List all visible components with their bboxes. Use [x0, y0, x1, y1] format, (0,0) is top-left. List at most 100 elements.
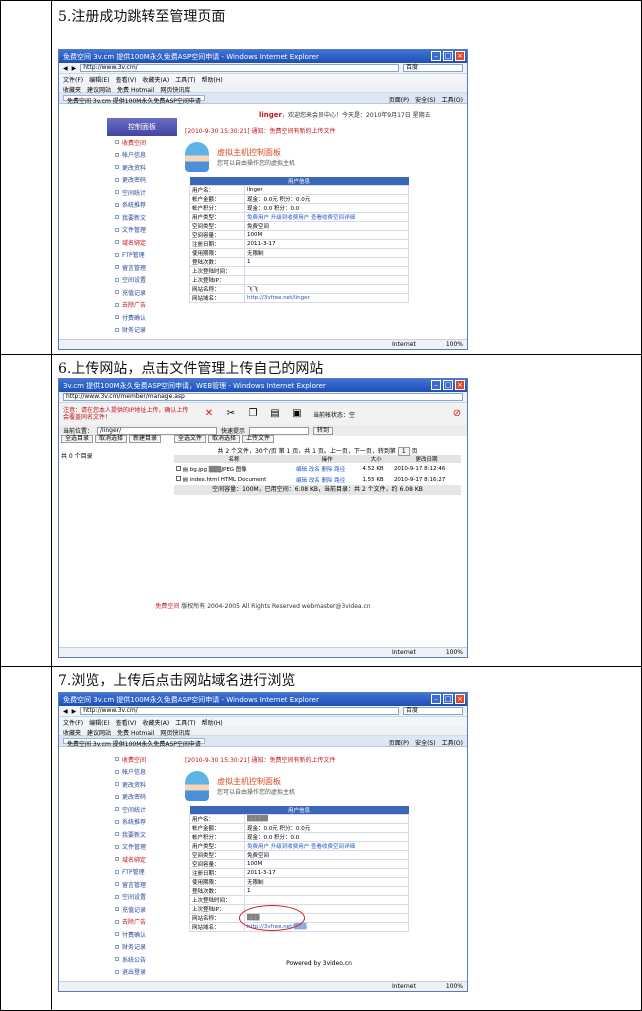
sidebar-item[interactable]: 文件管理 — [107, 841, 177, 854]
note-icon[interactable]: ▣ — [291, 408, 303, 420]
command-item[interactable]: 页面(P) — [389, 97, 409, 104]
sidebar-item[interactable]: 空间统计 — [107, 186, 177, 199]
paste-icon[interactable]: ▤ — [269, 408, 281, 420]
sidebar-item[interactable]: 充值记录 — [107, 903, 177, 916]
favorite-item[interactable]: 建议网站 — [87, 85, 111, 94]
maximize-button[interactable]: □ — [443, 51, 453, 61]
sidebar-item[interactable]: 财务记录 — [107, 324, 177, 337]
favorite-item[interactable]: 收藏夹 — [63, 728, 81, 737]
menu-item[interactable]: 编辑(E) — [89, 75, 109, 84]
file-name[interactable]: index.html HTML Document — [190, 477, 267, 483]
file-name[interactable]: bg.jpg ▒▒▒JPEG 图像 — [190, 467, 247, 473]
sidebar-item[interactable]: 系统推荐 — [107, 199, 177, 212]
menu-item[interactable]: 文件(F) — [63, 75, 83, 84]
copy-icon[interactable]: ❐ — [247, 408, 259, 420]
sidebar-item[interactable]: 留言管理 — [107, 878, 177, 891]
dir-button[interactable]: 全选目录 — [61, 435, 94, 443]
sidebar-item[interactable]: 文件管理 — [107, 224, 177, 237]
sidebar-item[interactable]: 帐户信息 — [107, 766, 177, 779]
sidebar-item[interactable]: 空间设置 — [107, 891, 177, 904]
sidebar-item[interactable]: 退出登录 — [107, 966, 177, 979]
sidebar-item[interactable]: 空间设置 — [107, 274, 177, 287]
sidebar-item[interactable]: FTP管理 — [107, 249, 177, 262]
sidebar-item[interactable]: 更改密码 — [107, 174, 177, 187]
jump-button[interactable]: 转到 — [313, 426, 334, 435]
delete-icon[interactable]: ✕ — [203, 408, 215, 420]
menu-item[interactable]: 编辑(E) — [89, 718, 109, 727]
file-button[interactable]: 取消选择 — [208, 435, 241, 443]
command-item[interactable]: 工具(O) — [442, 740, 463, 747]
command-item[interactable]: 工具(O) — [442, 97, 463, 104]
menu-item[interactable]: 工具(T) — [175, 75, 195, 84]
page-select[interactable]: 1 — [397, 447, 410, 456]
close-button[interactable]: × — [455, 694, 465, 704]
row-value[interactable]: 免费用户 升级到收费用户 查看收费空间详细 — [244, 212, 409, 222]
menu-item[interactable]: 查看(V) — [116, 718, 137, 727]
sidebar-item[interactable]: 收费空间 — [107, 136, 177, 149]
sidebar-item[interactable]: 系统公告 — [107, 953, 177, 966]
sidebar-item[interactable]: 去除广告 — [107, 916, 177, 929]
zoom-level[interactable]: 100% — [446, 649, 463, 656]
sidebar-item[interactable]: 充值记录 — [107, 286, 177, 299]
favorite-item[interactable]: 免费 Hotmail — [117, 728, 154, 737]
minimize-button[interactable]: – — [431, 51, 441, 61]
search-input[interactable]: 百度 — [403, 707, 463, 715]
dir-button[interactable]: 新建目录 — [129, 435, 162, 443]
menu-item[interactable]: 帮助(H) — [202, 718, 223, 727]
jump-input[interactable] — [249, 426, 310, 435]
sidebar-item[interactable]: 收费空间 — [107, 753, 177, 766]
cut-icon[interactable]: ✂ — [225, 408, 237, 420]
sidebar-item[interactable]: 更改资料 — [107, 778, 177, 791]
zoom-level[interactable]: 100% — [446, 983, 463, 990]
address-bar[interactable]: http://www.3v.cm/ — [80, 64, 399, 72]
dir-button[interactable]: 取消选择 — [95, 435, 128, 443]
command-item[interactable]: 页面(P) — [389, 740, 409, 747]
forward-icon[interactable]: ▶ — [72, 65, 77, 72]
sidebar-item[interactable]: 更改密码 — [107, 791, 177, 804]
menu-item[interactable]: 工具(T) — [175, 718, 195, 727]
path-input[interactable]: /linger/ — [97, 426, 218, 435]
file-button[interactable]: 上传文件 — [242, 435, 275, 443]
back-icon[interactable]: ◀ — [63, 65, 68, 72]
browser-tab[interactable]: 免费空间 3v.cm 提供100M永久免费ASP空间申请 — [63, 738, 205, 748]
sidebar-item[interactable]: 更改资料 — [107, 161, 177, 174]
favorite-item[interactable]: 收藏夹 — [63, 85, 81, 94]
sidebar-item[interactable]: 域名绑定 — [107, 853, 177, 866]
browser-tab[interactable]: 免费空间 3v.cm 提供100M永久免费ASP空间申请 — [63, 95, 205, 105]
search-input[interactable]: 百度 — [403, 64, 463, 72]
address-bar[interactable]: http://www.3v.cm/member/manage.asp — [63, 393, 463, 401]
file-button[interactable]: 全选文件 — [174, 435, 207, 443]
command-item[interactable]: 安全(S) — [415, 97, 436, 104]
close-button[interactable]: × — [455, 51, 465, 61]
zoom-level[interactable]: 100% — [446, 341, 463, 348]
row-value[interactable]: 免费用户 升级到收费用户 查看收费空间详细 — [244, 841, 409, 851]
sidebar-item[interactable]: 帐户信息 — [107, 149, 177, 162]
forward-icon[interactable]: ▶ — [72, 708, 77, 715]
sidebar-item[interactable]: 财务记录 — [107, 941, 177, 954]
minimize-button[interactable]: – — [431, 694, 441, 704]
sidebar-item[interactable]: 我要新文 — [107, 211, 177, 224]
sidebar-item[interactable]: 系统推荐 — [107, 816, 177, 829]
command-item[interactable]: 安全(S) — [415, 740, 436, 747]
sidebar-item[interactable]: FTP管理 — [107, 866, 177, 879]
maximize-button[interactable]: □ — [443, 380, 453, 390]
sidebar-item[interactable]: 付费确认 — [107, 928, 177, 941]
footer-brand[interactable]: 免费空间 — [155, 603, 179, 610]
menu-item[interactable]: 收藏夹(A) — [142, 718, 169, 727]
file-ops[interactable]: 编辑 改名 删除 路径 — [294, 474, 360, 485]
menu-item[interactable]: 帮助(H) — [202, 75, 223, 84]
sidebar-item[interactable]: 空间统计 — [107, 803, 177, 816]
stop-icon[interactable]: ⊘ — [451, 408, 463, 420]
back-icon[interactable]: ◀ — [63, 708, 68, 715]
menu-item[interactable]: 文件(F) — [63, 718, 83, 727]
menu-item[interactable]: 查看(V) — [116, 75, 137, 84]
menu-item[interactable]: 收藏夹(A) — [142, 75, 169, 84]
row-value[interactable]: http://3vfree.net/linger — [244, 293, 409, 303]
sidebar-item[interactable]: 付费确认 — [107, 311, 177, 324]
close-button[interactable]: × — [455, 380, 465, 390]
favorite-item[interactable]: 网页快讯库 — [160, 728, 190, 737]
sidebar-item[interactable]: 去除广告 — [107, 299, 177, 312]
sidebar-item[interactable]: 域名绑定 — [107, 236, 177, 249]
minimize-button[interactable]: – — [431, 380, 441, 390]
address-bar[interactable]: http://www.3v.cm/ — [80, 707, 399, 715]
